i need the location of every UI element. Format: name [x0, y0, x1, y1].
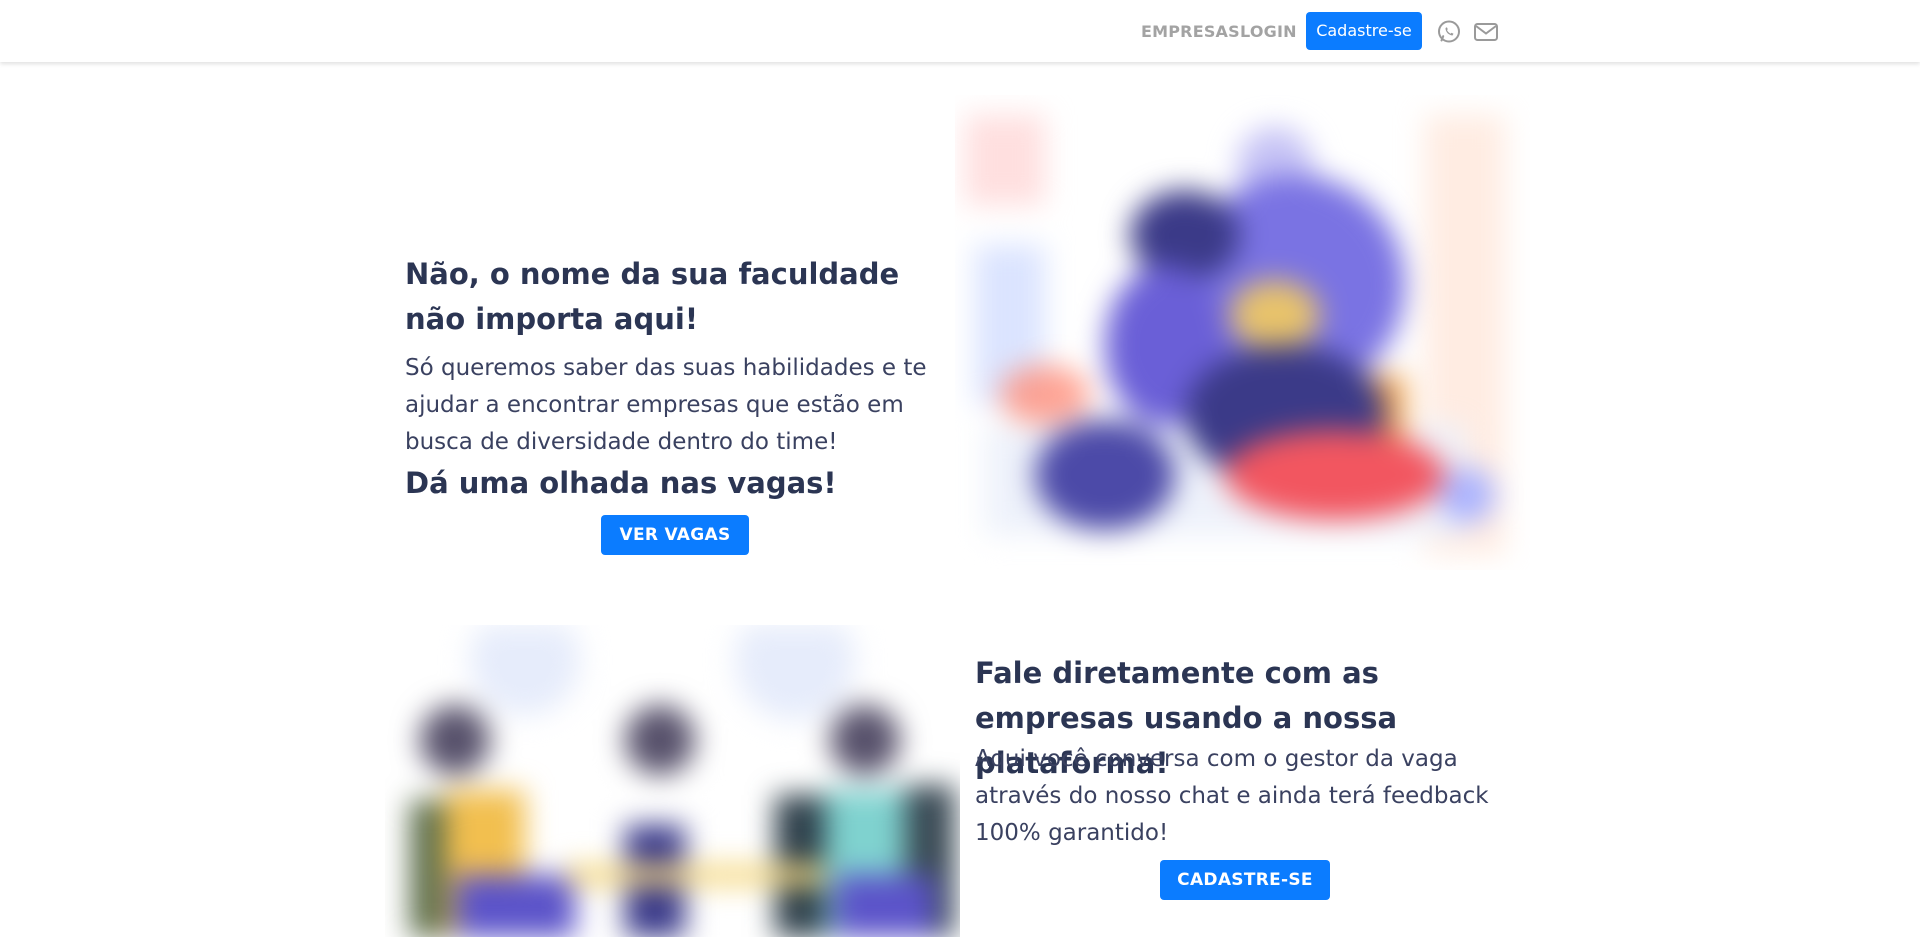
mail-icon[interactable]: [1473, 19, 1499, 45]
nav-link-empresas[interactable]: EMPRESAS: [1141, 22, 1240, 41]
meeting-illustration: [385, 625, 960, 937]
section2-description: Aqui você conversa com o gestor da vaga …: [975, 746, 1489, 846]
hero-subtitle: Dá uma olhada nas vagas!: [405, 466, 837, 500]
top-navbar: EMPRESAS LOGIN Cadastre-se: [0, 0, 1920, 62]
hero-description: Só queremos saber das suas habilidades e…: [405, 355, 927, 455]
signup-cta-button[interactable]: CADASTRE-SE: [1160, 860, 1330, 900]
signup-button[interactable]: Cadastre-se: [1306, 12, 1422, 50]
hero-title: Não, o nome da sua faculdade não importa…: [405, 257, 900, 336]
whatsapp-icon[interactable]: [1436, 19, 1462, 45]
view-jobs-button[interactable]: VER VAGAS: [601, 515, 749, 555]
nav-link-login[interactable]: LOGIN: [1240, 22, 1297, 41]
hero-illustration: [955, 95, 1530, 570]
